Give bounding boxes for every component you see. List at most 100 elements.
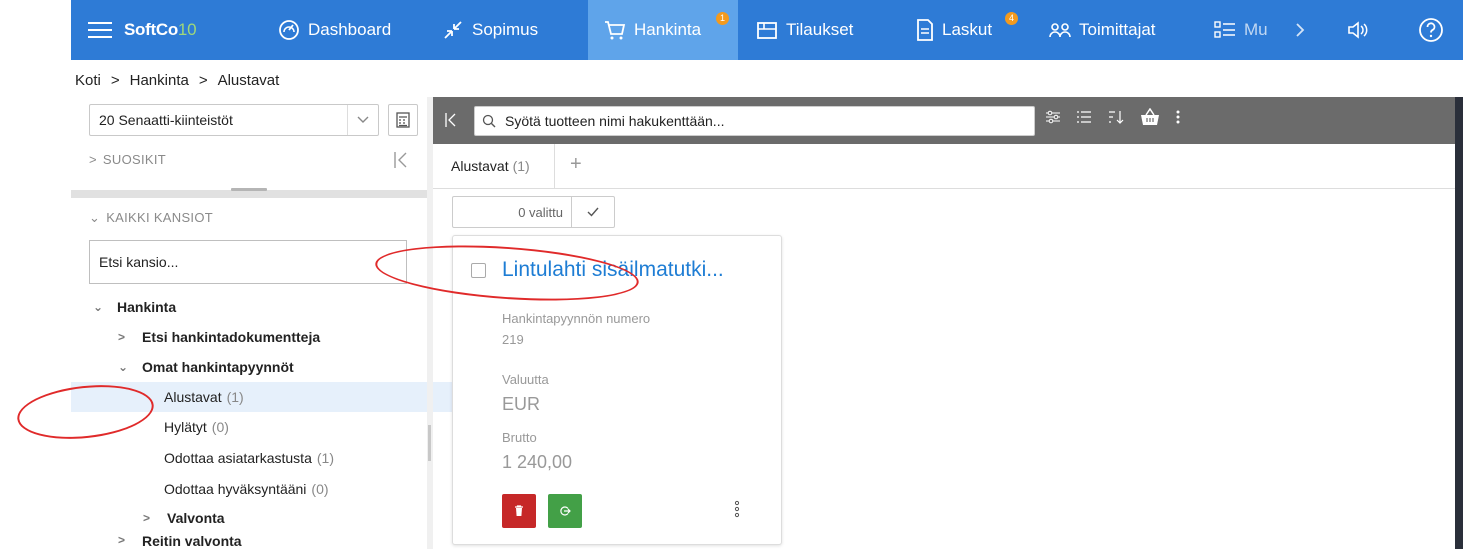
nav-sopimus[interactable]: Sopimus: [442, 0, 538, 60]
chevron-down-icon[interactable]: ⌄: [118, 360, 132, 374]
tree-item-label: Hylätyt: [164, 419, 207, 435]
collapse-panel-icon[interactable]: [393, 150, 409, 175]
nav-sopimus-label: Sopimus: [472, 20, 539, 39]
nav-scroll-right-icon[interactable]: [1295, 0, 1305, 60]
shopping-cart-icon: [605, 21, 626, 40]
gross-label: Brutto: [502, 430, 537, 445]
tab-label: Alustavat: [451, 158, 509, 174]
brand-name: SoftCo: [124, 20, 178, 39]
organization-details-button[interactable]: [388, 104, 418, 136]
select-all-check-icon[interactable]: [572, 207, 614, 217]
brand-version: 10: [177, 20, 197, 39]
list-menu-icon: [1214, 21, 1235, 38]
tab-alustavat[interactable]: Alustavat (1): [433, 144, 555, 188]
window-edge: [1455, 97, 1463, 549]
tabs-bar: [433, 144, 1463, 189]
nav-hankinta[interactable]: Hankinta 1: [588, 0, 738, 60]
product-search-input[interactable]: [503, 112, 1034, 130]
sort-icon[interactable]: [1107, 109, 1125, 130]
nav-hankinta-label: Hankinta: [634, 20, 702, 39]
nav-toimittajat-label: Toimittajat: [1079, 20, 1156, 39]
speaker-announcement-icon[interactable]: [1347, 0, 1369, 60]
currency-value: EUR: [502, 394, 541, 414]
breadcrumb-home[interactable]: Koti: [75, 72, 101, 89]
tree-item-label: Odottaa asiatarkastusta: [164, 450, 312, 466]
splitter-grip[interactable]: [231, 188, 267, 191]
basket-icon[interactable]: [1140, 107, 1160, 131]
product-search-box[interactable]: [474, 106, 1035, 136]
panel-splitter[interactable]: [71, 190, 427, 198]
dashboard-gauge-icon: [279, 20, 299, 40]
folder-search-input[interactable]: [89, 240, 407, 284]
nav-more[interactable]: Mu: [1214, 0, 1268, 60]
nav-tilaukset-label: Tilaukset: [786, 20, 854, 39]
tree-item-label: Reitin valvonta: [142, 533, 242, 549]
request-number-label: Hankintapyynnön numero: [502, 311, 651, 326]
chevron-right-icon[interactable]: >: [143, 511, 157, 525]
delete-button[interactable]: [502, 494, 536, 528]
tree-item-count: (0): [311, 481, 329, 497]
toolbar-actions: [1045, 107, 1181, 131]
help-icon[interactable]: [1418, 0, 1444, 60]
contract-arrows-icon: [444, 21, 462, 39]
tab-count: (1): [512, 158, 530, 174]
chevron-down-icon[interactable]: [347, 105, 378, 135]
tree-item-count: (1): [226, 389, 244, 405]
panel-scrollbar-thumb[interactable]: [428, 425, 431, 461]
breadcrumb-separator: >: [110, 71, 120, 89]
favourites-section-toggle[interactable]: > SUOSIKIT: [89, 152, 166, 167]
organization-select-value: 20 Senaatti-kiinteistöt: [99, 112, 233, 128]
organization-select[interactable]: 20 Senaatti-kiinteistöt: [89, 104, 379, 136]
nav-dashboard-label: Dashboard: [308, 20, 392, 39]
nav-tilaukset[interactable]: Tilaukset: [756, 0, 853, 60]
chevron-down-icon[interactable]: ⌄: [93, 300, 107, 314]
chevron-right-icon[interactable]: >: [118, 330, 132, 344]
brand-logo[interactable]: SoftCo10: [124, 0, 197, 60]
breadcrumb-separator: >: [198, 71, 208, 89]
calculator-icon: [396, 112, 410, 128]
tree-item-valvonta[interactable]: > Valvonta: [71, 503, 499, 533]
tree-item-label: Alustavat: [164, 389, 222, 405]
nav-dashboard[interactable]: Dashboard: [278, 0, 391, 60]
nav-more-label: Mu: [1244, 20, 1268, 39]
breadcrumb-alustavat: Alustavat: [217, 71, 280, 89]
tree-item-count: (1): [316, 450, 334, 466]
tree-item-etsi-hankintadokumentteja[interactable]: > Etsi hankintadokumentteja: [71, 322, 474, 352]
arrow-forward-icon: [560, 506, 571, 516]
selection-control: 0 valittu: [452, 196, 615, 228]
add-tab-button[interactable]: +: [570, 153, 582, 176]
hankinta-badge: 1: [716, 12, 729, 25]
tree-item-label: Valvonta: [167, 510, 225, 526]
open-request-button[interactable]: [548, 494, 582, 528]
breadcrumb: Koti > Hankinta > Alustavat: [75, 62, 279, 98]
selection-count: 0 valittu: [453, 197, 572, 227]
nav-toimittajat[interactable]: Toimittajat: [1049, 0, 1156, 60]
laskut-badge: 4: [1005, 12, 1018, 25]
request-number-value: 219: [502, 332, 524, 347]
nav-laskut-label: Laskut: [942, 20, 993, 39]
collapse-sidebar-icon[interactable]: [444, 111, 458, 134]
all-folders-label: KAIKKI KANSIOT: [106, 210, 213, 225]
tree-item-omat-hankintapyynnot[interactable]: ⌄ Omat hankintapyynnöt: [71, 352, 474, 382]
gross-value: 1 240,00: [502, 452, 573, 472]
suppliers-people-icon: [1049, 23, 1071, 38]
currency-label: Valuutta: [502, 372, 549, 387]
invoice-document-icon: [917, 19, 933, 41]
tree-item-reitin-valvonta[interactable]: > Reitin valvonta: [71, 533, 474, 549]
all-folders-section-toggle[interactable]: ⌄ KAIKKI KANSIOT: [89, 210, 213, 226]
tree-item-label: Odottaa hyväksyntääni: [164, 481, 307, 497]
orders-register-icon: [757, 22, 777, 39]
filter-sliders-icon[interactable]: [1045, 109, 1061, 130]
tree-item-label: Etsi hankintadokumentteja: [142, 329, 321, 345]
tree-item-label: Omat hankintapyynnöt: [142, 359, 294, 375]
breadcrumb-hankinta[interactable]: Hankinta: [130, 72, 189, 89]
list-view-icon[interactable]: [1076, 109, 1092, 130]
nav-laskut[interactable]: Laskut 4: [916, 0, 1018, 60]
chevron-right-icon[interactable]: >: [118, 533, 132, 547]
more-vertical-icon[interactable]: [1175, 109, 1181, 130]
hamburger-menu-icon[interactable]: [88, 0, 112, 60]
search-icon: [475, 114, 503, 128]
tree-item-hankinta[interactable]: ⌄ Hankinta: [71, 292, 449, 322]
favourites-label: SUOSIKIT: [102, 152, 166, 167]
card-more-icon[interactable]: [734, 500, 740, 523]
